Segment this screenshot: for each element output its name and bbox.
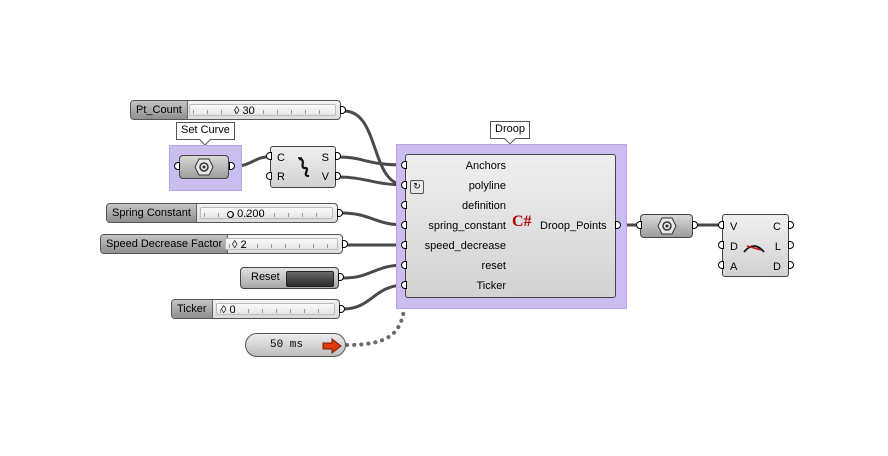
curve-port-r[interactable] (266, 172, 272, 180)
ticker-number: 0 (229, 304, 236, 316)
pt-count-value[interactable]: ◊ 30 (234, 105, 255, 117)
spring-constant-number: 0.200 (237, 208, 265, 220)
spring-constant-slider[interactable]: Spring Constant 0.200 (106, 203, 338, 223)
end-port-c[interactable] (788, 221, 794, 229)
curve-output-v: V (321, 171, 329, 183)
droop-port-reset[interactable] (401, 261, 407, 269)
vector-analysis-component[interactable]: V D A C L D (722, 214, 789, 277)
timer-component[interactable]: 50 ms (245, 333, 346, 357)
wire-curve-s (337, 155, 406, 167)
curve-component[interactable]: C R S V (270, 146, 336, 188)
pt-count-track[interactable]: ◊ 30 (189, 104, 336, 117)
droop-port-anchors[interactable] (401, 161, 407, 169)
droop-input-spring-constant: spring_constant (428, 220, 506, 232)
droop-port-ticker[interactable] (401, 281, 407, 289)
reset-button[interactable]: Reset (240, 267, 339, 289)
pt-count-output-port[interactable] (340, 106, 346, 114)
pt-count-number: 30 (242, 105, 255, 117)
slider-knob-icon (227, 210, 234, 218)
curve-port-c[interactable] (266, 152, 272, 160)
polyline-graft-icon: ↻ (410, 180, 424, 194)
droop-points-output-port[interactable] (692, 221, 698, 229)
end-output-c: C (773, 221, 781, 233)
pt-count-label: Pt_Count (131, 101, 188, 119)
speed-decrease-value[interactable]: ◊ 2 (232, 239, 247, 251)
reset-button-label: Reset (251, 271, 280, 283)
ticker-label: Ticker (172, 300, 213, 318)
end-port-v[interactable] (718, 221, 724, 229)
droop-port-definition[interactable] (401, 201, 407, 209)
geometry-hexagon-icon (657, 217, 677, 235)
set-curve-input-port[interactable] (174, 162, 180, 170)
ticker-track[interactable]: ◊ 0 (216, 303, 335, 316)
droop-input-reset: reset (481, 260, 506, 272)
speed-decrease-track[interactable]: ◊ 2 (225, 238, 338, 251)
droop-input-ticker: Ticker (476, 280, 506, 292)
curve-port-s[interactable] (335, 152, 341, 160)
end-output-d: D (773, 261, 781, 273)
speed-decrease-slider[interactable]: Speed Decrease Factor ◊ 2 (100, 234, 343, 254)
end-port-d-out[interactable] (788, 261, 794, 269)
reset-output-port[interactable] (338, 273, 344, 281)
spring-constant-label: Spring Constant (107, 204, 197, 222)
speed-decrease-label: Speed Decrease Factor (101, 235, 229, 253)
spring-constant-track[interactable]: 0.200 (200, 207, 333, 220)
ticker-slider[interactable]: Ticker ◊ 0 (171, 299, 340, 319)
droop-input-polyline: polyline (468, 180, 506, 192)
curve-hexagon-icon (194, 158, 214, 176)
droop-port-spring-constant[interactable] (401, 221, 407, 229)
end-input-d: D (730, 241, 738, 253)
spring-constant-value[interactable]: 0.200 (227, 208, 265, 220)
curve-input-r: R (277, 171, 285, 183)
slider-ticks (204, 213, 329, 217)
droop-points-param[interactable] (640, 214, 693, 238)
ticker-output-port[interactable] (339, 305, 345, 313)
csharp-script-icon: C# (512, 213, 532, 230)
droop-input-definition: definition (461, 200, 506, 212)
speed-decrease-number: 2 (240, 239, 247, 251)
wire-curve-v (337, 175, 406, 187)
droop-input-anchors: Anchors (465, 160, 506, 172)
slider-ticks (220, 309, 331, 313)
droop-input-speed-decrease: speed_decrease (424, 240, 506, 252)
end-output-l: L (774, 241, 781, 253)
ticker-value[interactable]: ◊ 0 (221, 304, 236, 316)
end-port-d[interactable] (718, 241, 724, 249)
end-port-a[interactable] (718, 261, 724, 269)
droop-port-polyline[interactable] (401, 181, 407, 189)
timer-label: 50 ms (270, 339, 304, 351)
droop-port-speed-decrease[interactable] (401, 241, 407, 249)
droop-output-label: Droop_Points (540, 220, 607, 232)
end-port-l[interactable] (788, 241, 794, 249)
curve-output-s: S (321, 152, 329, 164)
slider-ticks (193, 110, 332, 114)
curve-input-c: C (277, 152, 285, 164)
end-input-a: A (730, 261, 738, 273)
reset-button-face[interactable] (286, 271, 334, 287)
arrow-right-icon[interactable] (322, 338, 342, 354)
curve-port-v[interactable] (335, 172, 341, 180)
droop-tag: Droop (490, 121, 530, 139)
pt-count-slider[interactable]: Pt_Count ◊ 30 (130, 100, 341, 120)
set-curve-param[interactable] (179, 155, 229, 179)
spring-constant-output-port[interactable] (337, 209, 343, 217)
set-curve-tag: Set Curve (176, 122, 235, 140)
droop-points-input-port[interactable] (636, 221, 642, 229)
droop-component[interactable]: Anchors polyline definition spring_const… (405, 154, 616, 298)
speed-decrease-output-port[interactable] (342, 240, 348, 248)
curve-analysis-icon (743, 245, 765, 253)
end-input-v: V (730, 221, 738, 233)
curve-tool-icon (298, 157, 310, 178)
